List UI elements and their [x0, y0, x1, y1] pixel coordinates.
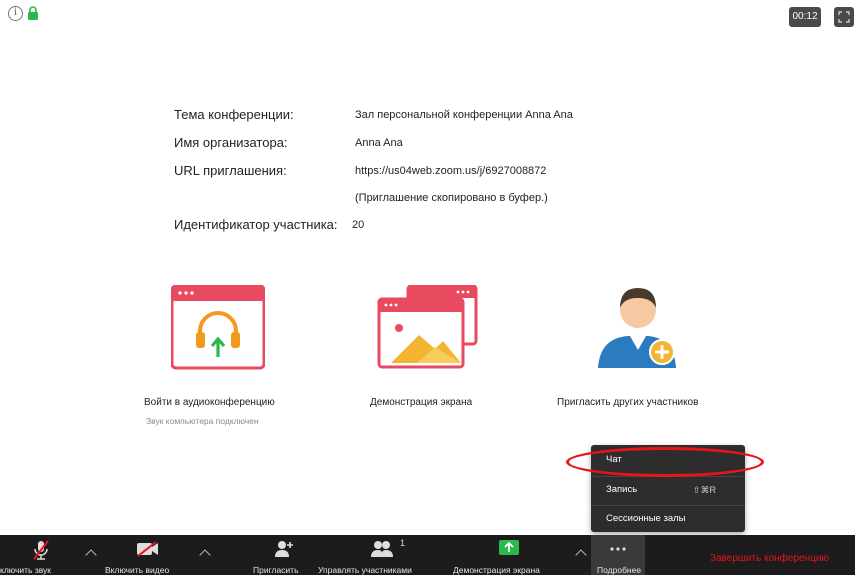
copied-note: (Приглашение скопировано в буфер.) [355, 192, 548, 204]
more-label: Подробнее [597, 565, 642, 575]
meeting-toolbar: ключить звук Включить видео Пригласить 1… [0, 535, 855, 575]
manage-participants-button[interactable]: 1 Управлять участниками [318, 535, 448, 575]
info-icon[interactable]: i [8, 6, 23, 21]
host-label: Имя организатора: [174, 135, 288, 150]
topic-label: Тема конференции: [174, 107, 294, 122]
join-audio-label[interactable]: Войти в аудиоконференцию [144, 397, 275, 408]
invite-label: Пригласить [253, 565, 299, 575]
share-screen-green-icon [499, 540, 519, 555]
end-meeting-button[interactable]: Завершить конференцию [710, 553, 829, 564]
participants-icon [371, 541, 393, 557]
audio-status-label: Звук компьютера подключен [146, 416, 259, 426]
meeting-timer: 00:12 [789, 7, 821, 27]
menu-item-breakout[interactable]: Сессионные залы [591, 506, 745, 532]
menu-record-label: Запись [606, 484, 638, 495]
fullscreen-icon [838, 11, 850, 23]
more-dots-icon [610, 547, 626, 551]
mic-muted-icon [33, 540, 49, 560]
share-screen-button[interactable] [377, 284, 479, 370]
record-shortcut: ⇧⌘R [693, 485, 717, 495]
invite-others-label[interactable]: Пригласить других участников [557, 397, 698, 408]
start-video-label: Включить видео [105, 565, 170, 575]
invite-button[interactable]: Пригласить [252, 535, 314, 575]
manage-participants-label: Управлять участниками [318, 565, 412, 575]
participant-id-value: 20 [352, 219, 365, 231]
url-value[interactable]: https://us04web.zoom.us/j/6927008872 [355, 165, 546, 177]
participants-count: 1 [400, 538, 406, 548]
topic-value: Зал персональной конференции Anna Ana [355, 109, 573, 121]
more-button[interactable]: Подробнее [591, 535, 645, 575]
join-audio-button[interactable] [170, 284, 266, 370]
screen-share-icon [377, 284, 478, 369]
url-label: URL приглашения: [174, 163, 287, 178]
start-video-button[interactable]: Включить видео [104, 535, 194, 575]
host-value: Anna Ana [355, 137, 403, 149]
invite-others-button[interactable] [596, 280, 680, 370]
mute-button[interactable]: ключить звук [0, 535, 80, 575]
add-user-icon [275, 541, 293, 557]
menu-item-record[interactable]: Запись ⇧⌘R [591, 477, 745, 503]
share-options-caret-icon[interactable] [575, 549, 587, 561]
lock-icon[interactable] [27, 6, 39, 21]
share-screen-label[interactable]: Демонстрация экрана [370, 397, 472, 408]
fullscreen-button[interactable] [834, 7, 854, 27]
menu-breakout-label: Сессионные залы [606, 513, 686, 524]
video-off-icon [137, 541, 158, 557]
video-options-caret-icon[interactable] [199, 549, 211, 561]
headphones-window-icon [170, 284, 266, 370]
share-screen-toolbar-button[interactable]: Демонстрация экрана [452, 535, 568, 575]
mute-label: ключить звук [0, 565, 52, 575]
share-screen-toolbar-label: Демонстрация экрана [453, 565, 540, 575]
top-left-status: i [8, 6, 39, 21]
participant-id-label: Идентификатор участника: [174, 217, 338, 232]
audio-options-caret-icon[interactable] [85, 549, 97, 561]
invite-person-icon [598, 288, 676, 368]
chat-highlight-ellipse [566, 447, 764, 477]
